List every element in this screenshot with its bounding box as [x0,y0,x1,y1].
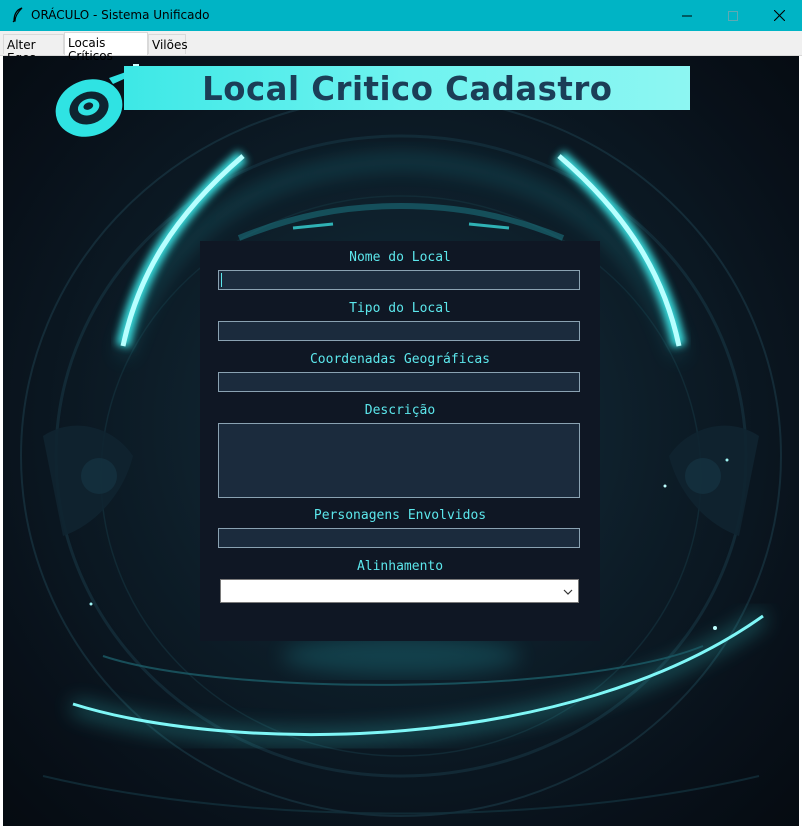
tab-viloes[interactable]: Vilões [148,34,188,54]
label-nome-do-local: Nome do Local [349,250,451,265]
chevron-down-icon[interactable] [562,586,574,598]
banner-title: Local Critico Cadastro [201,68,613,108]
minimize-icon [682,15,692,16]
label-personagens: Personagens Envolvidos [313,508,487,523]
tipo-do-local-input[interactable] [218,321,580,341]
tab-strip: Alter Egos Locais Críticos Vilões [0,31,802,65]
minimize-button[interactable] [664,0,710,31]
personagens-input[interactable] [218,528,580,548]
close-button[interactable] [756,0,802,31]
descricao-textarea[interactable] [218,423,580,498]
feather-icon [12,7,23,23]
label-tipo-do-local: Tipo do Local [349,301,451,316]
window-title: ORÁCULO - Sistema Unificado [31,8,210,22]
tab-locais-criticos[interactable]: Locais Críticos [64,32,148,63]
maximize-icon [728,10,738,21]
alinhamento-select[interactable] [220,579,579,603]
canvas-area: Local Critico Cadastro Nome do Local Tip… [3,56,799,826]
label-coordenadas: Coordenadas Geográficas [309,352,490,367]
nome-do-local-input[interactable] [218,270,580,290]
section-banner: Local Critico Cadastro [124,66,690,110]
form-panel: Nome do Local Tipo do Local Coordenadas … [200,241,600,641]
label-descricao: Descrição [364,403,436,418]
tab-alter-egos[interactable]: Alter Egos [3,34,64,65]
title-bar: ORÁCULO - Sistema Unificado [0,0,802,31]
close-icon [773,10,785,21]
label-alinhamento: Alinhamento [356,559,444,574]
maximize-button[interactable] [710,0,756,31]
coordenadas-input[interactable] [218,372,580,392]
